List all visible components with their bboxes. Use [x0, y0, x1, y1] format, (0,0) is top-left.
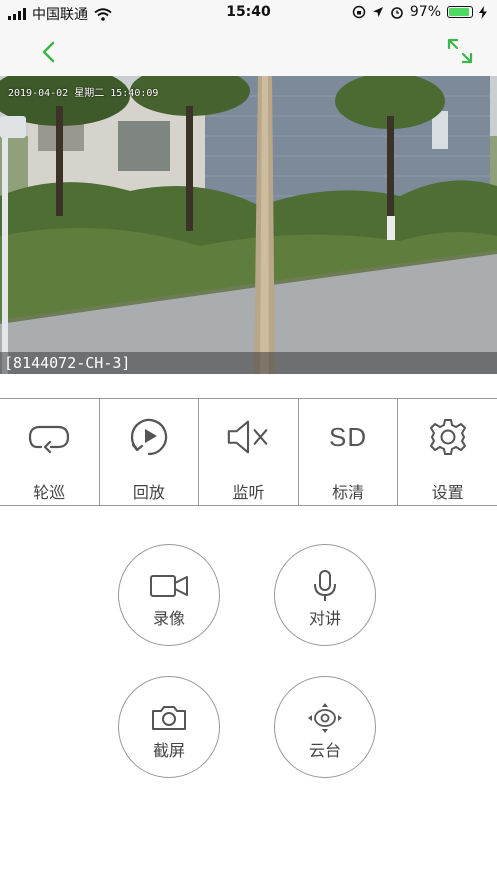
sd-text: SD: [329, 421, 368, 452]
control-bar: 轮巡 回放 监听 SD 标清 设置: [0, 398, 497, 506]
listen-button[interactable]: 监听: [199, 399, 299, 505]
record-label: 录像: [152, 609, 185, 628]
sd-quality-icon: SD: [325, 417, 371, 457]
patrol-button[interactable]: 轮巡: [0, 399, 100, 505]
ptz-label: 云台: [308, 741, 341, 760]
intercom-label: 对讲: [308, 609, 341, 628]
nav-bar: [0, 26, 497, 76]
status-bar: 中国联通 15:40 97%: [0, 0, 497, 26]
microphone-icon: [305, 570, 345, 601]
camera-scene: [0, 76, 497, 374]
record-button[interactable]: 录像: [118, 544, 220, 646]
quality-label: 标清: [332, 483, 365, 502]
screenshot-button[interactable]: 截屏: [118, 676, 220, 778]
battery-icon: [447, 6, 473, 18]
orientation-lock-icon: [352, 5, 366, 19]
settings-label: 设置: [431, 483, 464, 502]
intercom-button[interactable]: 对讲: [274, 544, 376, 646]
fullscreen-icon[interactable]: [445, 36, 475, 66]
back-arrow-icon[interactable]: [34, 37, 64, 67]
charging-bolt-icon: [479, 5, 487, 19]
playback-icon: [126, 417, 172, 457]
speaker-muted-icon: [225, 417, 271, 457]
patrol-label: 轮巡: [33, 483, 66, 502]
ptz-button[interactable]: 云台: [274, 676, 376, 778]
camera-label: [8144072-CH-3]: [0, 352, 497, 374]
osd-datetime: 2019-04-02 星期二 15:40:09: [8, 88, 159, 99]
gear-icon: [425, 417, 471, 457]
screenshot-label: 截屏: [152, 741, 185, 760]
playback-button[interactable]: 回放: [100, 399, 200, 505]
camera-icon: [149, 703, 189, 733]
patrol-loop-icon: [26, 417, 72, 457]
listen-label: 监听: [232, 483, 265, 502]
video-camera-icon: [149, 571, 189, 601]
battery-percent: 97%: [409, 4, 441, 20]
quality-button[interactable]: SD 标清: [299, 399, 399, 505]
video-feed[interactable]: 2019-04-02 星期二 15:40:09 [8144072-CH-3]: [0, 76, 497, 374]
ptz-direction-icon: [305, 703, 345, 733]
playback-label: 回放: [132, 483, 165, 502]
status-right: 97%: [352, 4, 487, 20]
alarm-icon: [391, 7, 403, 19]
settings-button[interactable]: 设置: [398, 399, 497, 505]
location-icon: [372, 7, 383, 17]
